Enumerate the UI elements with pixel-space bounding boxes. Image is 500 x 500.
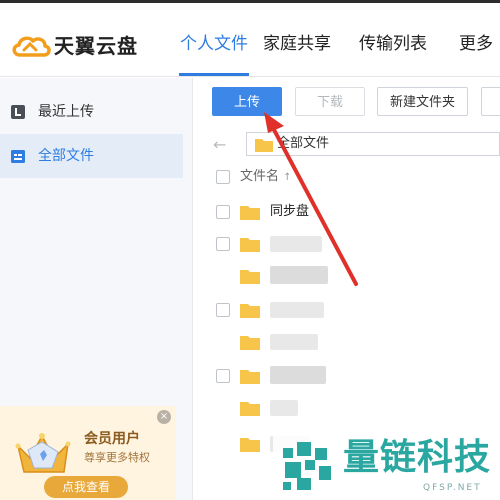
select-all-checkbox[interactable] <box>216 170 230 184</box>
close-icon[interactable]: × <box>157 410 171 424</box>
watermark-text: 量链科技 <box>343 437 492 478</box>
tab-transfer-list[interactable]: 传输列表 <box>359 32 427 56</box>
download-button[interactable]: 下载 <box>295 87 365 116</box>
watermark: 量链科技 QFSP.NET <box>273 432 500 500</box>
vip-subtitle: 尊享更多特权 <box>84 451 150 464</box>
breadcrumb[interactable]: 全部文件 <box>246 132 500 156</box>
app-name: 天翼云盘 <box>54 34 138 58</box>
blurred-file-name <box>270 302 324 318</box>
sidebar-item-label: 全部文件 <box>38 148 94 164</box>
app-logo[interactable]: 天翼云盘 <box>10 29 150 63</box>
file-list-header: 文件名 ↑ <box>206 162 500 192</box>
table-row[interactable] <box>206 392 500 424</box>
tab-personal-files[interactable]: 个人文件 <box>180 32 248 56</box>
table-row[interactable] <box>206 228 500 260</box>
tab-more[interactable]: 更多 <box>459 32 493 56</box>
tab-family-share[interactable]: 家庭共享 <box>263 32 331 56</box>
folder-icon <box>240 402 260 416</box>
folder-icon <box>240 438 260 452</box>
active-tab-indicator <box>179 73 249 76</box>
vip-view-button[interactable]: 点我查看 <box>44 476 128 498</box>
watermark-url: QFSP.NET <box>423 483 482 493</box>
all-files-icon <box>11 150 25 163</box>
watermark-logo-icon <box>283 442 331 490</box>
crown-icon <box>15 433 71 473</box>
folder-icon <box>255 139 273 152</box>
file-name: 同步盘 <box>270 204 310 219</box>
folder-icon <box>240 206 260 220</box>
cloud-logo-icon <box>12 36 51 57</box>
row-checkbox[interactable] <box>216 303 230 317</box>
row-checkbox[interactable] <box>216 237 230 251</box>
new-folder-button[interactable]: 新建文件夹 <box>377 87 468 116</box>
upload-button[interactable]: 上传 <box>212 87 282 116</box>
column-filename-label: 文件名 <box>240 169 280 184</box>
sidebar: 最近上传 全部文件 会员用户 尊享更多特权 × 点我查看 <box>0 78 193 500</box>
table-row[interactable] <box>206 360 500 392</box>
vip-title: 会员用户 <box>84 431 140 447</box>
header: 天翼云盘 个人文件 家庭共享 传输列表 更多 <box>0 3 500 77</box>
folder-icon <box>240 270 260 284</box>
sidebar-item-label: 最近上传 <box>38 104 94 120</box>
blurred-file-name <box>270 400 298 416</box>
folder-icon <box>240 304 260 318</box>
back-arrow-icon[interactable]: ← <box>213 136 226 154</box>
column-filename[interactable]: 文件名 ↑ <box>240 168 292 187</box>
row-checkbox[interactable] <box>216 369 230 383</box>
vip-promo-card: 会员用户 尊享更多特权 × 点我查看 <box>0 406 176 500</box>
folder-icon <box>240 370 260 384</box>
blurred-file-name <box>270 334 318 350</box>
more-actions-button[interactable] <box>481 87 500 116</box>
folder-icon <box>240 336 260 350</box>
table-row[interactable]: 同步盘 <box>206 196 500 228</box>
blurred-file-name <box>270 366 326 384</box>
row-checkbox[interactable] <box>216 205 230 219</box>
recent-icon <box>11 105 25 119</box>
breadcrumb-path: 全部文件 <box>277 136 330 151</box>
folder-icon <box>240 238 260 252</box>
sidebar-item-recent-upload[interactable]: 最近上传 <box>0 90 183 134</box>
sidebar-item-all-files[interactable]: 全部文件 <box>0 134 183 178</box>
table-row[interactable] <box>206 294 500 326</box>
table-row[interactable] <box>206 326 500 358</box>
blurred-file-name <box>270 236 322 252</box>
sort-arrow-icon: ↑ <box>283 172 292 183</box>
table-row[interactable] <box>206 260 500 292</box>
blurred-file-name <box>270 266 328 284</box>
